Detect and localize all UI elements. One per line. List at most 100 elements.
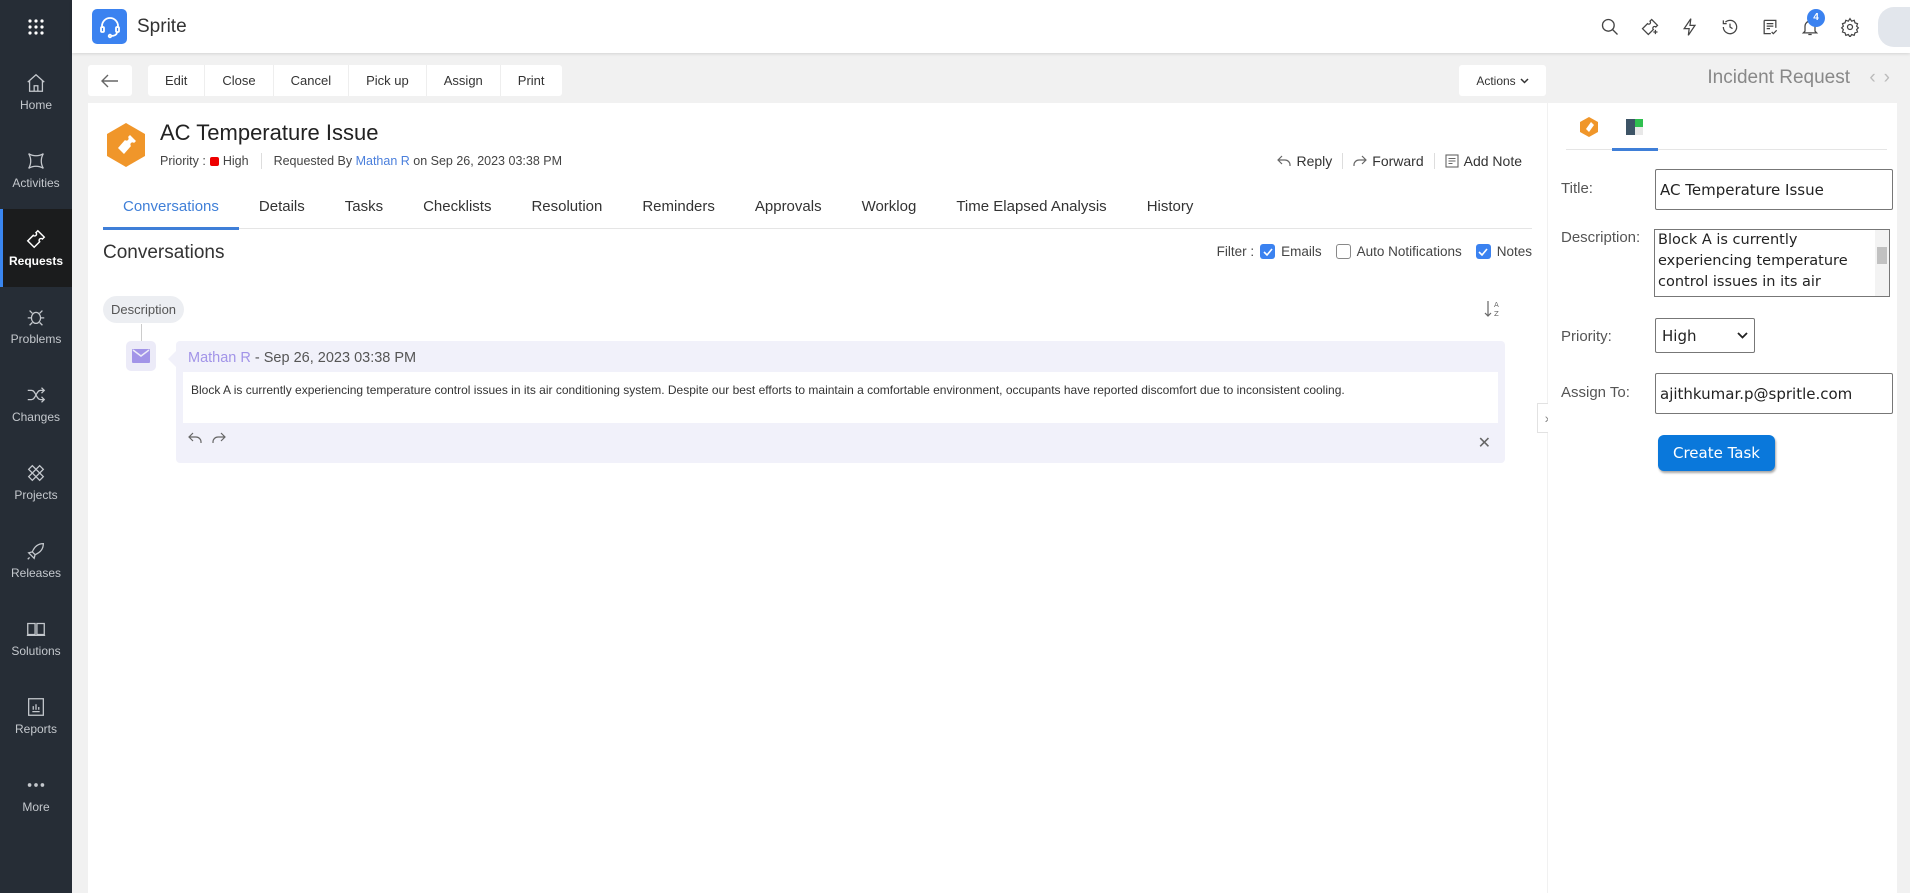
cancel-button[interactable]: Cancel bbox=[274, 65, 350, 96]
create-task-button[interactable]: Create Task bbox=[1658, 435, 1775, 471]
priority-select[interactable]: High bbox=[1655, 318, 1755, 353]
projects-icon bbox=[27, 464, 45, 482]
priority-select-value: High bbox=[1662, 326, 1697, 345]
description-text: Block A is currently experiencing temper… bbox=[1658, 232, 1848, 296]
sidebar-item-reports[interactable]: Reports bbox=[0, 677, 72, 755]
sidebar-item-problems[interactable]: Problems bbox=[0, 287, 72, 365]
sidebar-item-requests[interactable]: Requests bbox=[0, 209, 72, 287]
print-button[interactable]: Print bbox=[501, 65, 562, 96]
sidebar-item-label: Activities bbox=[12, 176, 60, 190]
entry-forward-icon[interactable] bbox=[212, 431, 226, 449]
task-app-icon bbox=[1626, 118, 1643, 135]
previous-request-icon[interactable]: ‹ bbox=[1869, 67, 1883, 88]
description-pill: Description bbox=[103, 296, 185, 323]
entry-date: - Sep 26, 2023 03:38 PM bbox=[254, 350, 417, 366]
add-note-button[interactable]: Add Note bbox=[1435, 153, 1522, 169]
emails-checkbox[interactable] bbox=[1260, 244, 1276, 259]
email-icon bbox=[126, 341, 156, 371]
apps-grid-icon[interactable] bbox=[0, 0, 72, 53]
entry-reply-icon[interactable] bbox=[188, 431, 202, 449]
requester-link[interactable]: Mathan R bbox=[356, 154, 410, 168]
entry-body: Block A is currently experiencing temper… bbox=[183, 372, 1498, 423]
sidebar: Home Activities Requests Problems Change… bbox=[0, 0, 72, 893]
ticket-icon bbox=[26, 229, 46, 249]
tab-approvals[interactable]: Approvals bbox=[735, 184, 842, 229]
tab-history[interactable]: History bbox=[1127, 184, 1214, 229]
headset-logo-icon[interactable] bbox=[92, 9, 127, 44]
edit-button[interactable]: Edit bbox=[148, 65, 206, 96]
priority-color-indicator bbox=[209, 156, 219, 166]
svg-text:A: A bbox=[1494, 301, 1499, 309]
auto-notifications-checkbox[interactable] bbox=[1335, 244, 1351, 259]
search-icon[interactable] bbox=[1590, 7, 1630, 47]
actions-dropdown[interactable]: Actions bbox=[1459, 65, 1546, 96]
tab-resolution[interactable]: Resolution bbox=[511, 184, 622, 229]
back-button[interactable] bbox=[88, 65, 132, 96]
task-checklist-icon[interactable] bbox=[1750, 7, 1790, 47]
sort-az-icon[interactable]: AZ bbox=[1484, 299, 1502, 324]
tab-reminders[interactable]: Reminders bbox=[622, 184, 735, 229]
svg-text:Z: Z bbox=[1494, 310, 1499, 318]
history-icon[interactable] bbox=[1710, 7, 1750, 47]
report-icon bbox=[28, 698, 44, 716]
tab-checklists[interactable]: Checklists bbox=[403, 184, 511, 229]
forward-button[interactable]: Forward bbox=[1343, 153, 1435, 169]
title-input[interactable]: AC Temperature Issue bbox=[1655, 169, 1893, 210]
conversations-heading: Conversations bbox=[103, 242, 225, 263]
sidebar-item-projects[interactable]: Projects bbox=[0, 443, 72, 521]
priority-label: Priority : bbox=[160, 154, 206, 168]
tab-conversations[interactable]: Conversations bbox=[103, 184, 239, 230]
request-type-title: Incident Request bbox=[1707, 67, 1850, 88]
close-icon[interactable]: ✕ bbox=[1478, 433, 1491, 453]
sidebar-item-label: Releases bbox=[10, 566, 62, 580]
priority-value: High bbox=[222, 154, 249, 168]
sidebar-item-releases[interactable]: Releases bbox=[0, 521, 72, 599]
pick-up-button[interactable]: Pick up bbox=[349, 65, 427, 96]
home-icon bbox=[27, 73, 45, 92]
sidebar-item-label: Requests bbox=[8, 254, 64, 268]
app-brand: Sprite bbox=[137, 15, 187, 37]
requested-by-label: Requested By bbox=[273, 154, 353, 168]
user-avatar[interactable] bbox=[1878, 6, 1910, 47]
lightning-icon[interactable] bbox=[1670, 7, 1710, 47]
auto-notifications-label: Auto Notifications bbox=[1356, 244, 1462, 259]
sidebar-item-label: Home bbox=[19, 98, 52, 112]
tab-worklog[interactable]: Worklog bbox=[842, 184, 937, 229]
description-scrollbar[interactable] bbox=[1875, 230, 1889, 296]
forward-icon bbox=[1353, 155, 1368, 166]
sidebar-item-activities[interactable]: Activities bbox=[0, 131, 72, 209]
entry-author-link[interactable]: Mathan R bbox=[188, 350, 251, 366]
gear-icon[interactable] bbox=[1830, 7, 1870, 47]
reply-label: Reply bbox=[1296, 153, 1333, 169]
task-app-tab[interactable] bbox=[1612, 103, 1658, 151]
more-icon bbox=[27, 783, 45, 787]
close-button[interactable]: Close bbox=[205, 65, 274, 96]
sidebar-item-changes[interactable]: Changes bbox=[0, 365, 72, 443]
tab-details[interactable]: Details bbox=[239, 184, 325, 229]
next-request-icon[interactable]: › bbox=[1884, 67, 1898, 88]
sidebar-item-label: Solutions bbox=[11, 644, 61, 658]
reply-button[interactable]: Reply bbox=[1267, 153, 1344, 169]
conversation-entry: Mathan R - Sep 26, 2023 03:38 PM Block A… bbox=[168, 341, 1505, 463]
ticket-hex-icon bbox=[1580, 116, 1598, 137]
new-request-icon[interactable] bbox=[1630, 7, 1670, 47]
task-side-panel: Title: AC Temperature Issue Description:… bbox=[1548, 103, 1897, 893]
description-textarea[interactable]: Block A is currently experiencing temper… bbox=[1654, 229, 1890, 297]
note-icon bbox=[1445, 154, 1459, 168]
sidebar-item-label: More bbox=[22, 800, 50, 814]
tab-time-elapsed-analysis[interactable]: Time Elapsed Analysis bbox=[936, 184, 1126, 229]
assign-to-input[interactable]: ajithkumar.p@spritle.com bbox=[1655, 373, 1893, 414]
sidebar-item-home[interactable]: Home bbox=[0, 53, 72, 131]
forward-label: Forward bbox=[1372, 153, 1424, 169]
request-title: AC Temperature Issue bbox=[160, 120, 379, 145]
request-meta: Priority : High Requested By Mathan R on… bbox=[160, 153, 562, 169]
notification-bell-icon[interactable]: 4 bbox=[1790, 7, 1830, 47]
request-info-tab[interactable] bbox=[1566, 103, 1612, 150]
rocket-icon bbox=[27, 543, 44, 560]
sidebar-item-more[interactable]: More bbox=[0, 755, 72, 833]
sidebar-item-solutions[interactable]: Solutions bbox=[0, 599, 72, 677]
notes-label: Notes bbox=[1496, 244, 1532, 259]
tab-tasks[interactable]: Tasks bbox=[325, 184, 403, 229]
notes-checkbox[interactable] bbox=[1475, 244, 1491, 259]
assign-button[interactable]: Assign bbox=[427, 65, 501, 96]
